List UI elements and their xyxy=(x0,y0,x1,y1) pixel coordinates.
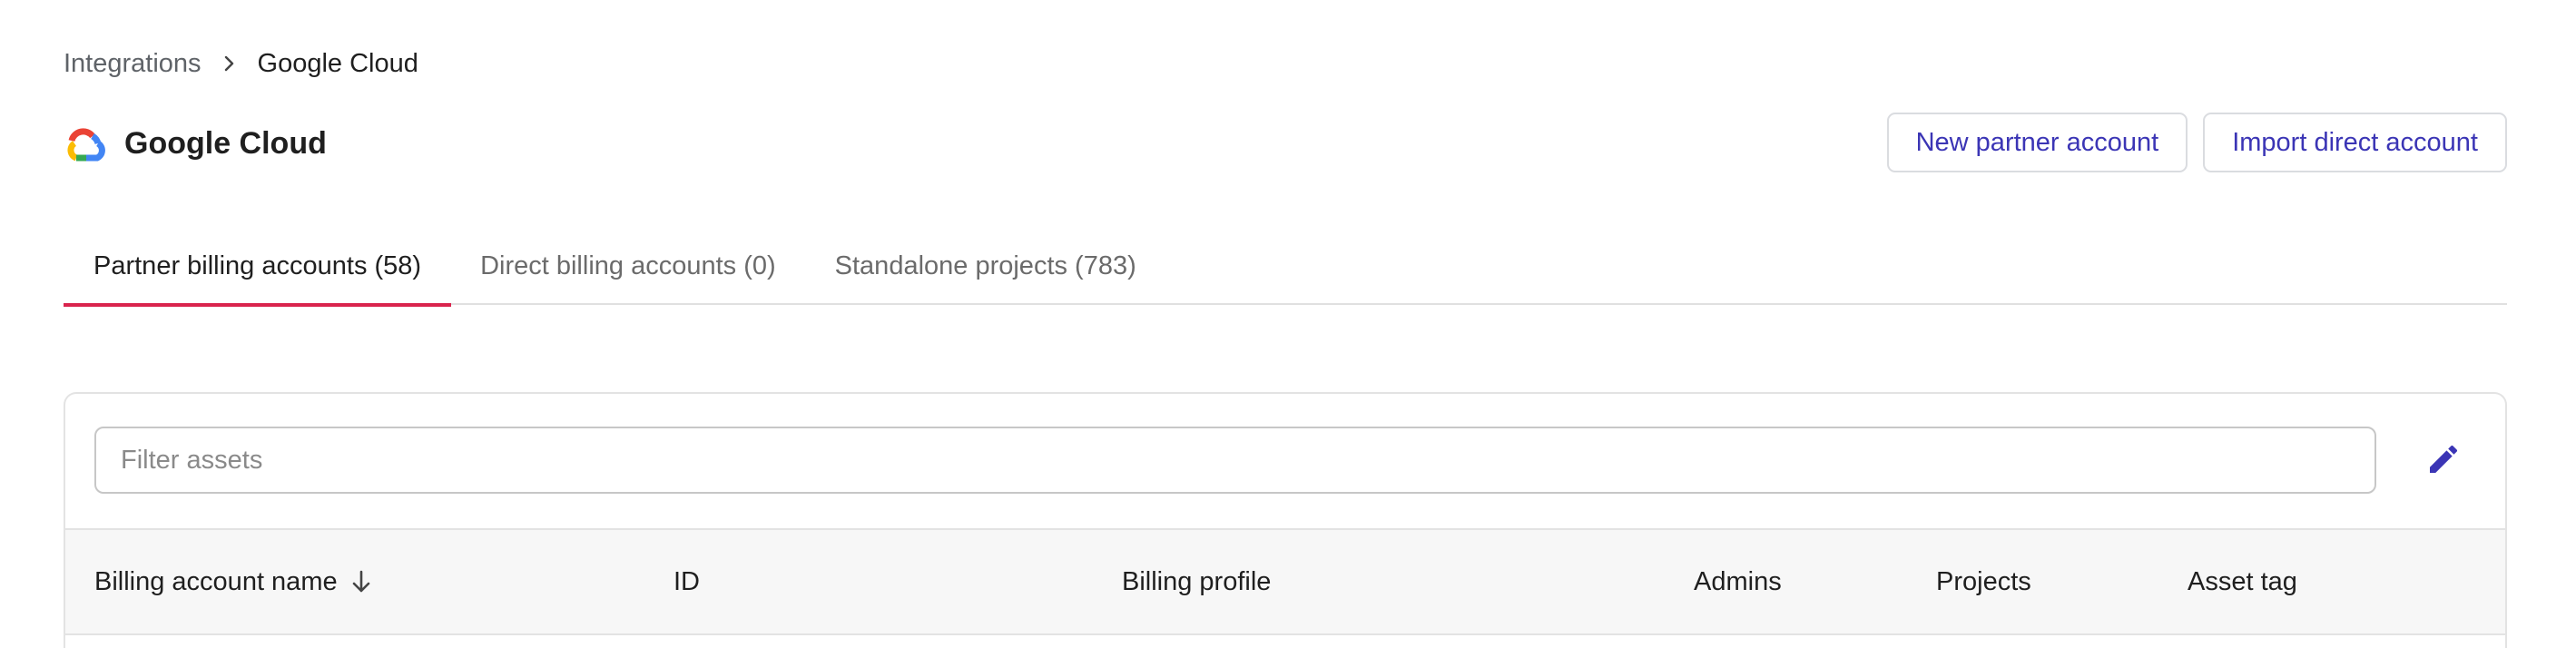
tab-partner-billing-accounts[interactable]: Partner billing accounts (58) xyxy=(64,227,452,307)
column-label: Billing account name xyxy=(94,566,338,596)
column-header-projects[interactable]: Projects xyxy=(1936,530,2031,633)
edit-columns-button[interactable] xyxy=(2418,436,2469,486)
google-cloud-logo-icon xyxy=(64,125,109,162)
breadcrumb: Integrations Google Cloud xyxy=(64,45,418,82)
column-header-id[interactable]: ID xyxy=(673,530,700,633)
new-partner-account-button[interactable]: New partner account xyxy=(1886,113,2188,172)
table-header: Billing account name ID Billing profile … xyxy=(65,528,2505,635)
page-header: Google Cloud xyxy=(64,118,327,169)
header-actions: New partner account Import direct accoun… xyxy=(1886,113,2507,172)
page: Integrations Google Cloud Google Cloud N… xyxy=(0,0,2576,648)
breadcrumb-integrations-link[interactable]: Integrations xyxy=(64,49,202,79)
column-header-asset-tag[interactable]: Asset tag xyxy=(2188,530,2297,633)
import-direct-account-button[interactable]: Import direct account xyxy=(2203,113,2507,172)
column-header-admins[interactable]: Admins xyxy=(1694,530,1782,633)
tab-direct-billing-accounts[interactable]: Direct billing accounts (0) xyxy=(450,227,806,305)
breadcrumb-current: Google Cloud xyxy=(257,48,418,78)
arrow-down-icon[interactable] xyxy=(350,569,372,594)
tabs: Partner billing accounts (58) Direct bil… xyxy=(64,227,2507,307)
column-header-billing-profile[interactable]: Billing profile xyxy=(1122,530,1271,633)
filter-row xyxy=(65,394,2505,528)
page-title: Google Cloud xyxy=(124,125,327,161)
column-header-billing-account-name[interactable]: Billing account name xyxy=(94,530,372,633)
assets-table-card: Billing account name ID Billing profile … xyxy=(64,392,2507,648)
tab-standalone-projects[interactable]: Standalone projects (783) xyxy=(805,227,1166,305)
filter-assets-input[interactable] xyxy=(94,427,2376,494)
pencil-icon xyxy=(2425,441,2462,482)
chevron-right-icon xyxy=(223,54,236,73)
